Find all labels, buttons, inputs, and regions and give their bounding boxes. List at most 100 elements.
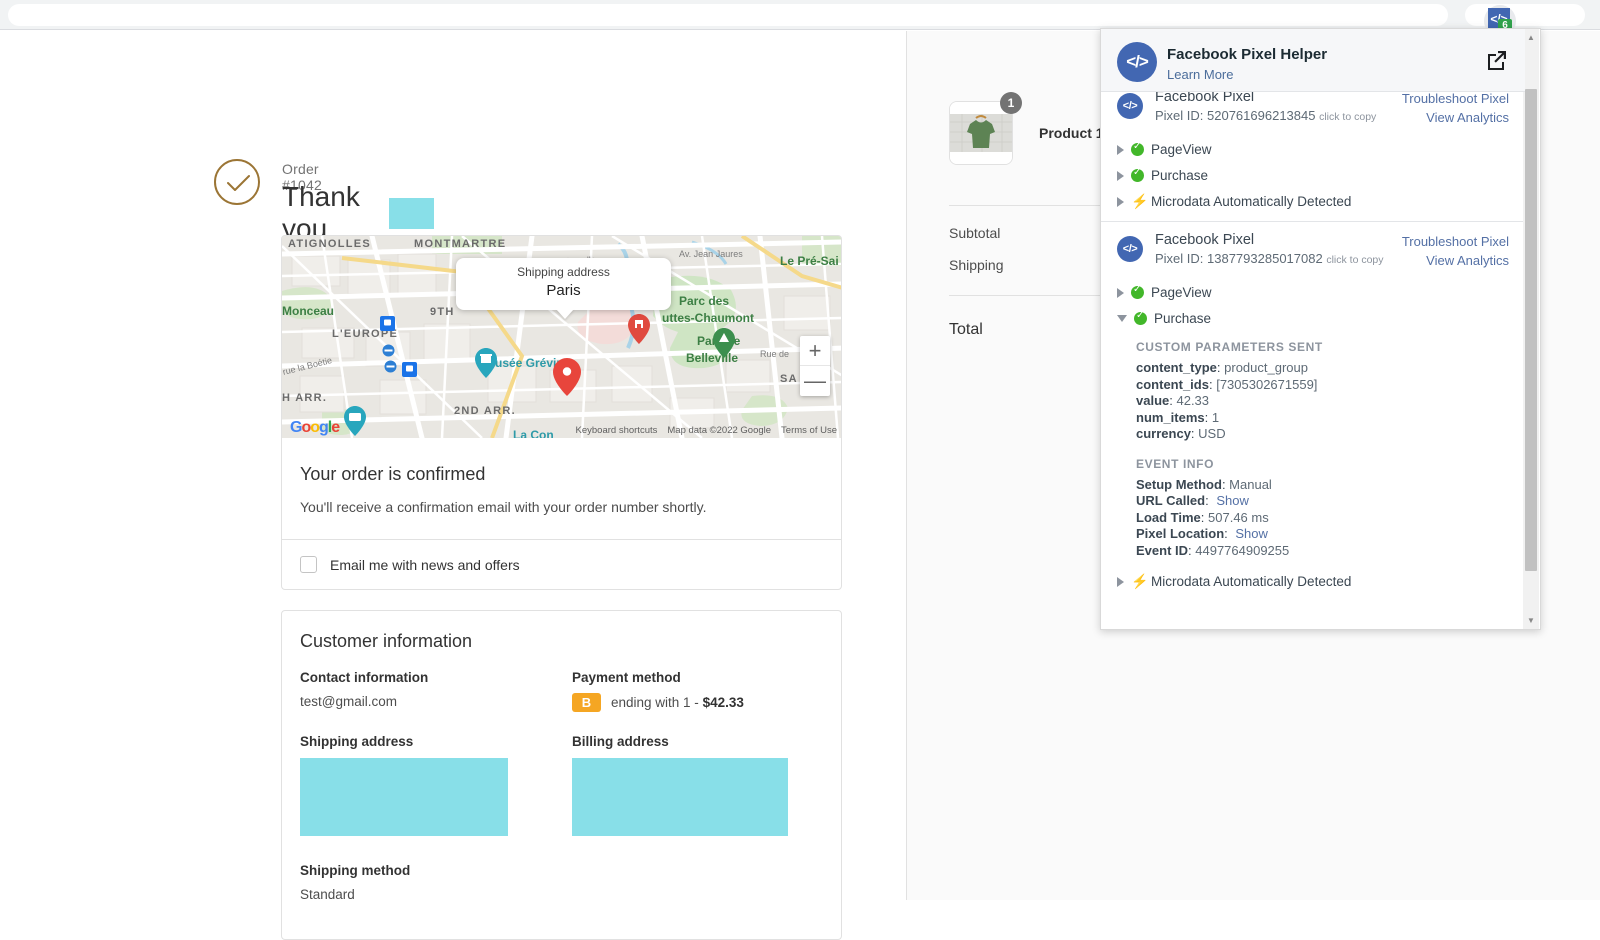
- payment-amount: $42.33: [702, 695, 744, 710]
- map-label: Parc des: [679, 294, 730, 308]
- event-row-pageview[interactable]: PageView: [1117, 141, 1509, 157]
- pixel-header: </> Facebook Pixel Pixel ID: 52076169621…: [1117, 89, 1509, 131]
- troubleshoot-pixel-link[interactable]: Troubleshoot Pixel: [1402, 91, 1509, 106]
- product-thumbnail-wrapper: 1: [949, 92, 1022, 165]
- zoom-out-button[interactable]: —: [800, 366, 830, 396]
- grid-spacer: [300, 841, 823, 863]
- newsletter-optin-row[interactable]: Email me with news and offers: [282, 539, 841, 589]
- chevron-right-icon[interactable]: [1117, 144, 1124, 155]
- success-icon: [1134, 310, 1147, 325]
- chevron-right-icon[interactable]: [1117, 287, 1124, 298]
- event-label: PageView: [1151, 142, 1212, 157]
- fbph-scrollbar[interactable]: ▲ ▼: [1523, 29, 1539, 629]
- chevron-down-icon[interactable]: [1117, 315, 1127, 322]
- pixel-id-value: Pixel ID: 1387793285017082: [1155, 251, 1323, 266]
- chevron-right-icon[interactable]: [1117, 170, 1124, 181]
- param-key: currency: [1136, 426, 1191, 441]
- param-key: content_ids: [1136, 376, 1209, 392]
- event-label: Purchase: [1154, 311, 1212, 326]
- google-logo-letter: G: [290, 419, 302, 436]
- map-data-attribution: Map data ©2022 Google: [667, 425, 772, 436]
- terms-of-use-link[interactable]: Terms of Use: [781, 425, 837, 436]
- fbph-scroll-viewport[interactable]: </> Facebook Pixel Pixel ID: 52076169621…: [1101, 29, 1525, 629]
- map-footer: Keyboard shortcuts Map data ©2022 Google…: [576, 425, 837, 436]
- page-root: Order #1042 Thank you ATIGNOLLES MONTMAR…: [0, 28, 1600, 940]
- map-label: Av. Jean Jaures: [679, 249, 743, 259]
- event-row-microdata[interactable]: ⚡ Microdata Automatically Detected: [1117, 574, 1509, 589]
- newsletter-label: Email me with news and offers: [330, 556, 520, 573]
- metro-icon: [384, 360, 397, 373]
- product-quantity-badge: 1: [1000, 92, 1022, 114]
- copy-hint: click to copy: [1319, 111, 1377, 123]
- shipping-destination-marker[interactable]: [553, 358, 581, 396]
- museum-poi-icon: [475, 348, 497, 378]
- address-bar[interactable]: [8, 4, 1448, 26]
- customer-info-grid-address: Shipping address Billing address: [300, 734, 823, 841]
- order-confirmed-title: Your order is confirmed: [300, 464, 486, 484]
- event-info-row: Event ID: 4497764909255: [1136, 542, 1290, 558]
- map-label: MONTMARTRE: [414, 238, 507, 250]
- fbph-title: Facebook Pixel Helper: [1167, 46, 1328, 63]
- scrollbar-thumb[interactable]: [1525, 89, 1537, 571]
- view-analytics-link[interactable]: View Analytics: [1402, 110, 1509, 125]
- transit-station-icon: [380, 316, 395, 331]
- zoom-in-button[interactable]: +: [800, 336, 830, 366]
- pixel-links: Troubleshoot Pixel View Analytics: [1402, 91, 1509, 125]
- event-row-purchase[interactable]: Purchase: [1117, 310, 1509, 326]
- newsletter-checkbox[interactable]: [300, 556, 317, 573]
- order-confirmed-subtitle: You'll receive a confirmation email with…: [300, 499, 707, 515]
- param-value: 1: [1211, 409, 1220, 425]
- map-info-window: Shipping address Paris close-icon: [456, 258, 671, 319]
- order-confirmed-block: Your order is confirmed You'll receive a…: [282, 438, 841, 539]
- google-logo-letter: o: [301, 419, 311, 436]
- contact-email-value: test@gmail.com: [300, 694, 397, 709]
- event-label: Microdata Automatically Detected: [1151, 194, 1352, 209]
- map-label: SA: [780, 373, 798, 385]
- redacted-billing-address: [572, 758, 788, 836]
- payment-method-row: B ending with 1 - $42.33: [572, 693, 823, 712]
- card-brand-icon: B: [572, 693, 601, 712]
- map-label: Monceau: [282, 304, 335, 318]
- map-zoom-control: + —: [800, 336, 830, 396]
- view-analytics-link[interactable]: View Analytics: [1402, 253, 1509, 268]
- map-label: ATIGNOLLES: [288, 238, 372, 250]
- event-info-row: URL Called: Show: [1136, 493, 1249, 508]
- billing-address-block: Billing address: [572, 734, 823, 841]
- show-url-link[interactable]: Show: [1216, 493, 1249, 508]
- payment-method-block: Payment method B ending with 1 - $42.33: [572, 670, 823, 712]
- info-window-tail: [556, 309, 574, 319]
- event-row-purchase[interactable]: Purchase: [1117, 167, 1509, 183]
- info-window-value: Paris: [546, 282, 581, 299]
- tshirt-product-image: [950, 102, 1012, 164]
- facebook-pixel-helper-popup: </> Facebook Pixel Pixel ID: 52076169621…: [1100, 28, 1541, 630]
- event-label: Microdata Automatically Detected: [1151, 574, 1352, 589]
- map-label: Rue de: [760, 349, 790, 359]
- event-info-value: 507.46 ms: [1208, 509, 1269, 525]
- customer-information-title: Customer information: [300, 631, 473, 651]
- close-icon[interactable]: close-icon: [650, 262, 664, 276]
- event-row-pageview[interactable]: PageView: [1117, 284, 1509, 300]
- custom-parameters-title: CUSTOM PARAMETERS SENT: [1136, 340, 1323, 354]
- chevron-right-icon[interactable]: [1117, 196, 1124, 207]
- shipping-map[interactable]: ATIGNOLLES MONTMARTRE Bd de la Chapelle …: [282, 236, 841, 438]
- product-name: Product 1: [1039, 125, 1104, 141]
- bolt-icon: ⚡: [1131, 573, 1149, 589]
- scroll-down-arrow[interactable]: ▼: [1523, 612, 1539, 629]
- learn-more-link[interactable]: Learn More: [1167, 67, 1233, 82]
- show-pixel-location-link[interactable]: Show: [1235, 526, 1268, 541]
- troubleshoot-pixel-link[interactable]: Troubleshoot Pixel: [1402, 234, 1509, 249]
- shipping-address-heading: Shipping address: [300, 734, 414, 749]
- event-info-row: Load Time: 507.46 ms: [1136, 509, 1269, 525]
- google-logo[interactable]: Google: [290, 419, 340, 437]
- param-row: content_ids: [7305302671559]: [1136, 376, 1318, 392]
- event-info-key: Pixel Location: [1136, 526, 1225, 541]
- keyboard-shortcuts-link[interactable]: Keyboard shortcuts: [576, 425, 658, 436]
- event-label: Purchase: [1151, 168, 1209, 183]
- shipping-method-heading: Shipping method: [300, 863, 411, 878]
- subtotal-label: Subtotal: [949, 225, 1001, 241]
- external-link-icon[interactable]: [1486, 49, 1508, 71]
- chevron-right-icon[interactable]: [1117, 576, 1124, 587]
- scroll-up-arrow[interactable]: ▲: [1523, 29, 1539, 46]
- event-row-microdata[interactable]: ⚡ Microdata Automatically Detected: [1117, 194, 1509, 209]
- google-logo-letter: g: [319, 419, 329, 436]
